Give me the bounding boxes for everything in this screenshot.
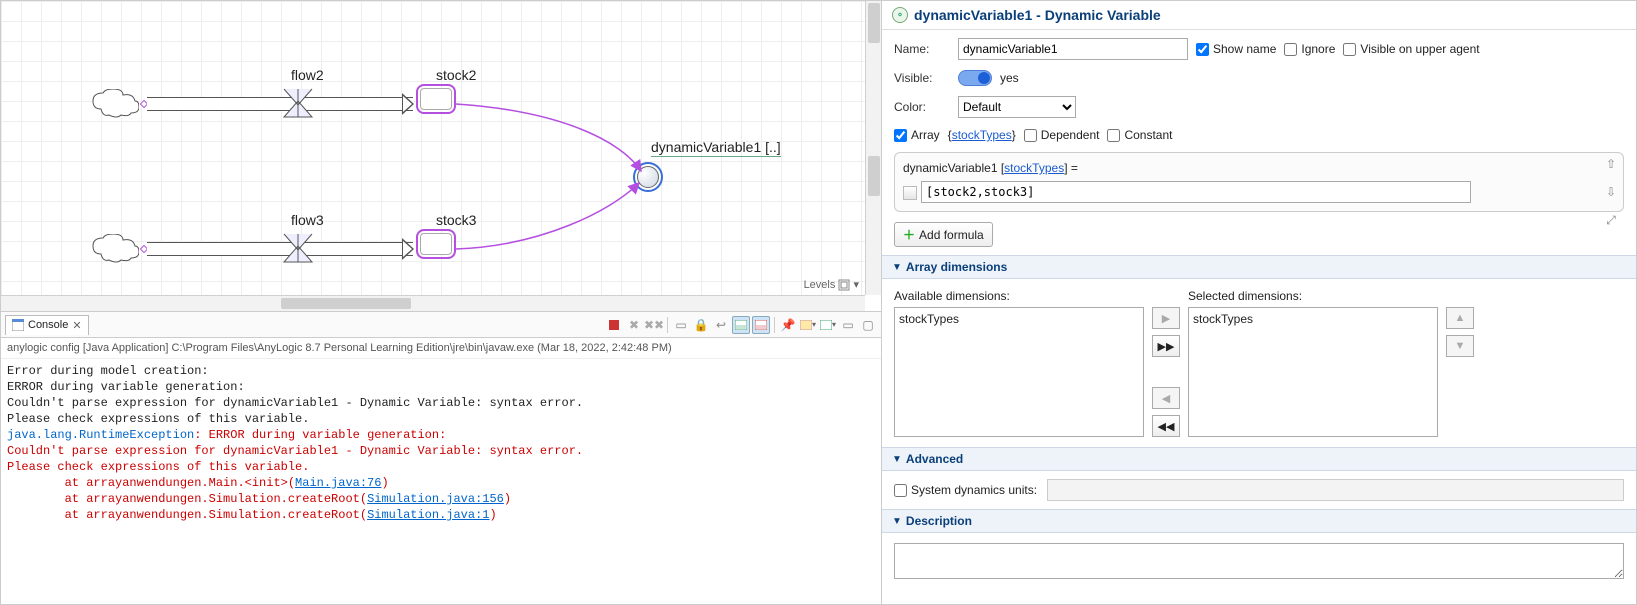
console-tabbar: Console ✕ ✖ ✖✖ ▭ 🔒 ↩ 📌 ▾ ▾ ▭ ▢: [1, 312, 881, 338]
visible-value: yes: [1000, 71, 1019, 85]
dependent-checkbox[interactable]: Dependent: [1024, 128, 1100, 142]
flow2-valve[interactable]: [281, 87, 315, 121]
list-item[interactable]: stockTypes: [899, 312, 1139, 326]
remove-all-dims-button[interactable]: ◀◀: [1152, 415, 1180, 437]
diagram-canvas[interactable]: flow2 stock2 flow3 stock3 dynamicVariabl…: [1, 1, 881, 312]
app-root: flow2 stock2 flow3 stock3 dynamicVariabl…: [0, 0, 1637, 605]
add-all-dims-button[interactable]: ▶▶: [1152, 335, 1180, 357]
word-wrap-button[interactable]: ↩: [712, 316, 730, 334]
units-field: [1047, 479, 1624, 501]
ignore-checkbox[interactable]: Ignore: [1284, 42, 1335, 56]
color-select[interactable]: Default: [958, 96, 1076, 118]
visible-label: Visible:: [894, 71, 950, 85]
color-label: Color:: [894, 100, 950, 114]
pin-console-button[interactable]: 📌: [779, 316, 797, 334]
console-launch-header: anylogic config [Java Application] C:\Pr…: [1, 338, 881, 359]
formula-header: dynamicVariable1 [stockTypes] =: [903, 161, 1615, 175]
remove-dim-button[interactable]: ◀: [1152, 387, 1180, 409]
source-cloud-flow2[interactable]: [91, 89, 139, 119]
console-tab-label: Console: [28, 319, 68, 331]
section-advanced[interactable]: ▼Advanced: [882, 447, 1636, 471]
stock2-block[interactable]: [420, 88, 452, 110]
system-dynamics-units-checkbox[interactable]: System dynamics units:: [894, 483, 1037, 497]
stock3-label: stock3: [436, 212, 476, 228]
console-view: Console ✕ ✖ ✖✖ ▭ 🔒 ↩ 📌 ▾ ▾ ▭ ▢ a: [1, 312, 881, 604]
selected-dims-list[interactable]: stockTypes: [1188, 307, 1438, 437]
console-icon: [12, 319, 24, 331]
levels-indicator[interactable]: Levels ▾: [804, 278, 859, 291]
constant-checkbox[interactable]: Constant: [1107, 128, 1172, 142]
canvas-vertical-scrollbar[interactable]: [865, 1, 881, 295]
move-up-icon[interactable]: ⇧: [1603, 157, 1619, 173]
properties-title: dynamicVariable1 - Dynamic Variable: [914, 7, 1161, 23]
stock2-label: stock2: [436, 67, 476, 83]
canvas-horizontal-scrollbar[interactable]: [1, 295, 865, 311]
properties-header: ∘ dynamicVariable1 - Dynamic Variable: [882, 1, 1636, 30]
formula-input[interactable]: [921, 181, 1471, 203]
code-indicator-icon: [903, 186, 917, 200]
dim-down-button[interactable]: ▼: [1446, 335, 1474, 357]
flow2-channel[interactable]: [147, 97, 413, 111]
remove-launch-button[interactable]: ✖: [625, 316, 643, 334]
available-dims-list[interactable]: stockTypes: [894, 307, 1144, 437]
section-description[interactable]: ▼Description: [882, 509, 1636, 533]
flow3-valve[interactable]: [281, 232, 315, 266]
visible-toggle[interactable]: [958, 70, 992, 86]
clear-console-button[interactable]: ▭: [672, 316, 690, 334]
add-dim-button[interactable]: ▶: [1152, 307, 1180, 329]
plus-icon: ＋: [903, 226, 915, 243]
minimize-view-button[interactable]: ▭: [839, 316, 857, 334]
name-input[interactable]: [958, 38, 1188, 60]
array-checkbox[interactable]: Array: [894, 128, 940, 142]
stack-link[interactable]: Simulation.java:156: [367, 492, 504, 506]
dimensions-editor: Available dimensions: stockTypes ▶ ▶▶ ◀ …: [882, 279, 1636, 447]
flow3-label: flow3: [291, 212, 324, 228]
name-label: Name:: [894, 42, 950, 56]
remove-all-button[interactable]: ✖✖: [645, 316, 663, 334]
dynamic-variable-icon: ∘: [892, 7, 908, 23]
levels-label: Levels: [804, 279, 836, 291]
exception-link[interactable]: java.lang.RuntimeException: [7, 428, 194, 442]
flow2-label: flow2: [291, 67, 324, 83]
show-on-output-button[interactable]: [732, 316, 750, 334]
flow3-channel[interactable]: [147, 242, 413, 256]
show-name-checkbox[interactable]: Show name: [1196, 42, 1276, 56]
display-selected-button[interactable]: ▾: [799, 316, 817, 334]
source-cloud-flow3[interactable]: [91, 234, 139, 264]
dynamic-variable-label: dynamicVariable1 [..]: [651, 139, 781, 157]
terminate-button[interactable]: [605, 316, 623, 334]
array-dims-link[interactable]: stockTypes: [952, 128, 1012, 142]
dynamic-variable-node[interactable]: [637, 166, 659, 188]
console-tab[interactable]: Console ✕: [5, 315, 89, 335]
properties-panel: ∘ dynamicVariable1 - Dynamic Variable Na…: [882, 1, 1636, 604]
formula-dim-link[interactable]: stockTypes: [1004, 161, 1064, 175]
description-textarea[interactable]: [894, 543, 1624, 579]
available-dims-label: Available dimensions:: [894, 289, 1144, 303]
stack-link[interactable]: Simulation.java:1: [367, 508, 489, 522]
selected-dims-label: Selected dimensions:: [1188, 289, 1438, 303]
section-array-dimensions[interactable]: ▼Array dimensions: [882, 255, 1636, 279]
expand-icon[interactable]: ⤢: [1603, 213, 1619, 229]
scroll-lock-button[interactable]: 🔒: [692, 316, 710, 334]
visible-upper-checkbox[interactable]: Visible on upper agent: [1343, 42, 1479, 56]
stock3-block[interactable]: [420, 233, 452, 255]
maximize-view-button[interactable]: ▢: [859, 316, 877, 334]
stack-link[interactable]: Main.java:76: [295, 476, 381, 490]
left-column: flow2 stock2 flow3 stock3 dynamicVariabl…: [1, 1, 882, 604]
console-output[interactable]: Error during model creation: ERROR durin…: [1, 359, 881, 604]
move-down-icon[interactable]: ⇩: [1603, 185, 1619, 201]
close-icon[interactable]: ✕: [72, 319, 81, 332]
list-item[interactable]: stockTypes: [1193, 312, 1433, 326]
add-formula-button[interactable]: ＋ Add formula: [894, 222, 993, 247]
show-on-error-button[interactable]: [752, 316, 770, 334]
dim-up-button[interactable]: ▲: [1446, 307, 1474, 329]
formula-group: dynamicVariable1 [stockTypes] = ⇧ ⇩ ⤢: [894, 152, 1624, 212]
open-console-menu-button[interactable]: ▾: [819, 316, 837, 334]
